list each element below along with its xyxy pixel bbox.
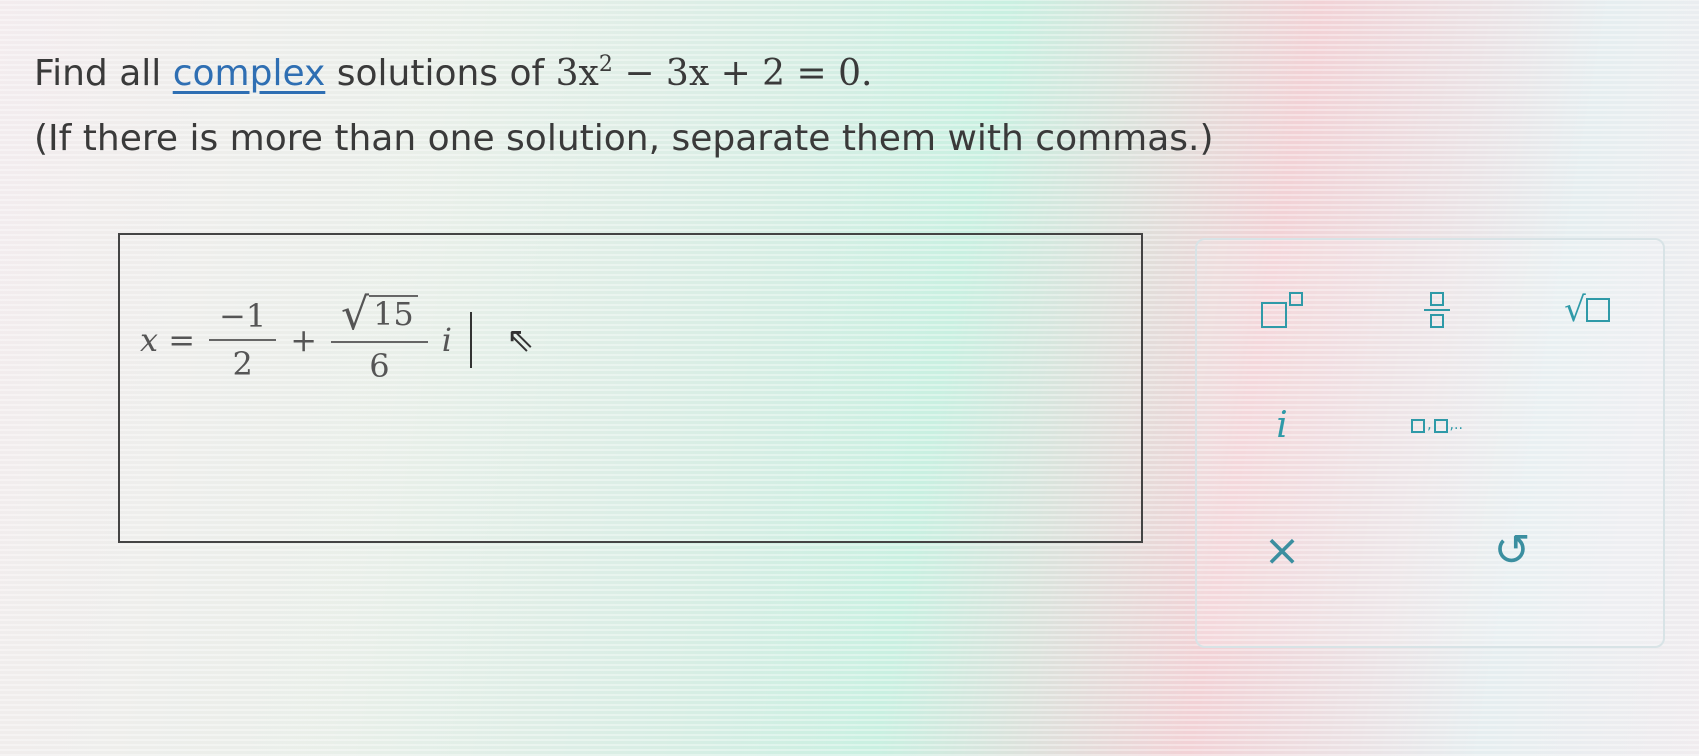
prompt-mid: solutions of xyxy=(336,53,545,94)
equation: 3x2 − 3x + 2 = 0. xyxy=(555,52,873,94)
answer-lhs: x = xyxy=(140,321,196,359)
equation-exponent: 2 xyxy=(598,52,613,77)
question-line-1: Find all complex solutions of 3x2 − 3x +… xyxy=(34,44,1214,109)
comma-list-button[interactable]: ,,.. xyxy=(1392,390,1482,460)
equation-term: 3x xyxy=(555,53,599,94)
question-prompt: Find all complex solutions of 3x2 − 3x +… xyxy=(34,44,1214,169)
mouse-pointer-icon: ⇖ xyxy=(506,320,535,360)
imaginary-i-button[interactable]: i xyxy=(1237,390,1327,460)
math-palette: √ i ,,.. × ↺ xyxy=(1195,238,1665,648)
prompt-prefix: Find all xyxy=(34,53,162,94)
sqrt-icon: √ xyxy=(1564,290,1610,330)
clear-button[interactable]: × xyxy=(1237,515,1327,585)
fraction-1-denominator[interactable]: 2 xyxy=(222,341,262,387)
fraction-button[interactable] xyxy=(1392,275,1482,345)
plus-sign: + xyxy=(290,321,318,359)
fraction-2-denominator[interactable]: 6 xyxy=(359,343,399,389)
fraction-icon xyxy=(1424,292,1450,328)
complex-link[interactable]: complex xyxy=(173,53,326,94)
fraction-1[interactable]: −1 2 xyxy=(209,293,277,387)
superscript-button[interactable] xyxy=(1237,275,1327,345)
question-line-2: (If there is more than one solution, sep… xyxy=(34,118,1214,159)
undo-button[interactable]: ↺ xyxy=(1467,515,1557,585)
undo-icon: ↺ xyxy=(1493,524,1531,576)
close-icon: × xyxy=(1263,524,1301,576)
imaginary-i-label: i xyxy=(1276,404,1288,446)
fraction-2-numerator[interactable]: √ 15 xyxy=(331,291,428,341)
answer-input-box[interactable]: x = −1 2 + √ 15 6 i ⇖ xyxy=(118,233,1143,543)
sqrt-button[interactable]: √ xyxy=(1542,275,1632,345)
fraction-2[interactable]: √ 15 6 xyxy=(331,291,428,389)
superscript-icon xyxy=(1261,292,1303,328)
sqrt-radicand[interactable]: 15 xyxy=(369,295,418,331)
radical-sign: √ xyxy=(341,289,370,340)
imaginary-unit: i xyxy=(441,321,453,359)
comma-list-icon: ,,.. xyxy=(1411,417,1463,433)
sqrt-expression[interactable]: √ 15 xyxy=(341,289,418,340)
fraction-1-numerator[interactable]: −1 xyxy=(209,293,276,339)
equation-rest: − 3x + 2 = 0. xyxy=(612,53,873,94)
answer-expression[interactable]: x = −1 2 + √ 15 6 i ⇖ xyxy=(140,275,535,405)
text-cursor xyxy=(470,312,473,368)
